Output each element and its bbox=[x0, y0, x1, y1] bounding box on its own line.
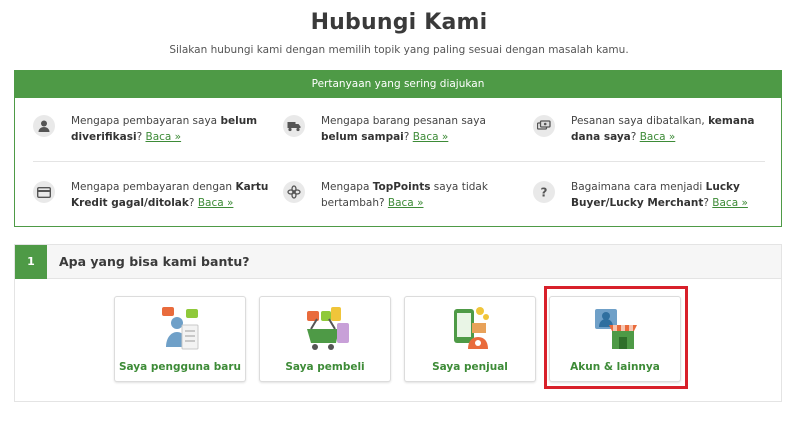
step-badge: 1 bbox=[15, 245, 47, 279]
help-title: Apa yang bisa kami bantu? bbox=[59, 254, 250, 269]
points-icon bbox=[283, 181, 305, 203]
new-user-icon bbox=[162, 307, 199, 350]
read-more-link[interactable]: Baca » bbox=[388, 197, 424, 209]
truck-icon bbox=[283, 115, 305, 137]
faq-item: ? Bagaimana cara menjadi Lucky Buyer/Luc… bbox=[533, 179, 773, 219]
faq-item: Mengapa pembayaran dengan Kartu Kredit g… bbox=[33, 179, 273, 219]
shopping-basket-icon bbox=[307, 307, 349, 350]
help-header: 1 Apa yang bisa kami bantu? bbox=[15, 245, 781, 279]
read-more-link[interactable]: Baca » bbox=[198, 197, 234, 209]
seller-option[interactable]: Saya penjual bbox=[404, 296, 536, 382]
page-subtitle: Silakan hubungi kami dengan memilih topi… bbox=[169, 44, 629, 56]
faq-question: Mengapa TopPoints saya tidak bertambah? … bbox=[321, 181, 488, 209]
credit-card-icon bbox=[33, 181, 55, 203]
money-icon bbox=[533, 115, 555, 137]
read-more-link[interactable]: Baca » bbox=[640, 131, 676, 143]
faq-row: Mengapa pembayaran saya belum diverifika… bbox=[15, 101, 781, 161]
faq-item: Mengapa barang pesanan saya belum sampai… bbox=[283, 113, 523, 153]
faq-header: Pertanyaan yang sering diajukan bbox=[15, 71, 781, 98]
faq-item: Mengapa pembayaran saya belum diverifika… bbox=[33, 113, 273, 153]
option-label: Saya pembeli bbox=[285, 361, 365, 373]
faq-divider bbox=[33, 161, 765, 162]
faq-question: Pesanan saya dibatalkan, kemana dana say… bbox=[571, 115, 755, 143]
read-more-link[interactable]: Baca » bbox=[413, 131, 449, 143]
question-icon: ? bbox=[533, 181, 555, 203]
faq-item: Pesanan saya dibatalkan, kemana dana say… bbox=[533, 113, 773, 153]
faq-question: Mengapa pembayaran saya belum diverifika… bbox=[71, 115, 258, 143]
faq-item: Mengapa TopPoints saya tidak bertambah? … bbox=[283, 179, 523, 219]
svg-text:?: ? bbox=[541, 186, 548, 200]
faq-row: Mengapa pembayaran dengan Kartu Kredit g… bbox=[15, 167, 781, 227]
new-user-option[interactable]: Saya pengguna baru bbox=[114, 296, 246, 382]
person-icon bbox=[33, 115, 55, 137]
faq-section: Pertanyaan yang sering diajukan Mengapa … bbox=[14, 70, 782, 227]
read-more-link[interactable]: Baca » bbox=[145, 131, 181, 143]
buyer-option[interactable]: Saya pembeli bbox=[259, 296, 391, 382]
read-more-link[interactable]: Baca » bbox=[712, 197, 748, 209]
faq-question: Bagaimana cara menjadi Lucky Buyer/Lucky… bbox=[571, 181, 748, 209]
seller-icon bbox=[454, 307, 489, 349]
faq-question: Mengapa pembayaran dengan Kartu Kredit g… bbox=[71, 181, 269, 209]
option-label: Saya pengguna baru bbox=[118, 361, 241, 373]
option-label: Saya penjual bbox=[432, 361, 508, 373]
faq-question: Mengapa barang pesanan saya belum sampai… bbox=[321, 115, 486, 143]
page-title: Hubungi Kami bbox=[310, 10, 488, 35]
highlight-box bbox=[544, 286, 688, 389]
